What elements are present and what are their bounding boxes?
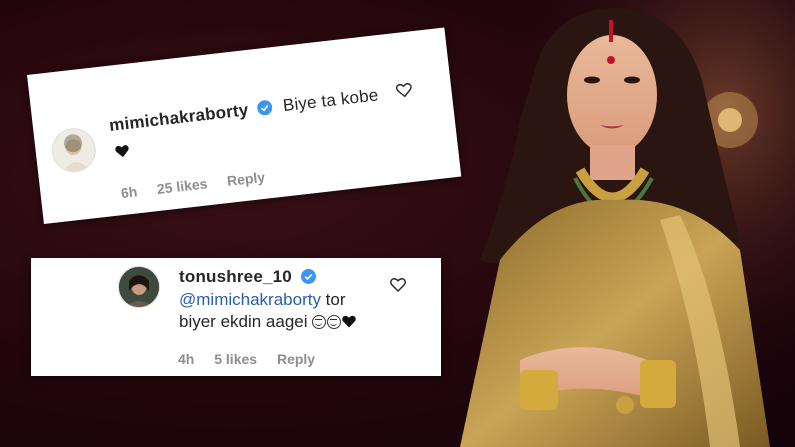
mention-link[interactable]: @mimichakraborty	[179, 290, 321, 309]
heart-outline-icon[interactable]	[390, 277, 406, 293]
tears-of-joy-emoji	[327, 315, 342, 329]
black-heart-emoji	[115, 145, 129, 158]
comment-likes[interactable]: 5 likes	[214, 351, 257, 367]
verified-badge-icon	[257, 100, 273, 116]
avatar[interactable]	[49, 125, 99, 175]
reply-button[interactable]: Reply	[226, 169, 266, 189]
username-text[interactable]: tonushree_10	[179, 267, 292, 286]
comment-card-1: mimichakraborty Biye ta kobe 6h 25 likes…	[27, 27, 462, 225]
comment-username[interactable]: mimichakraborty Biye ta kobe	[108, 84, 380, 137]
woman-in-saree-photo	[440, 0, 795, 447]
comment-time: 6h	[120, 183, 139, 202]
tears-of-joy-emoji	[312, 315, 327, 329]
comment-card-2: tonushree_10 @mimichakraborty tor biyer …	[31, 258, 441, 376]
comment-text-part: tor	[320, 290, 346, 309]
username-text[interactable]: mimichakraborty	[108, 100, 249, 135]
verified-badge-icon	[300, 269, 316, 284]
comment-likes[interactable]: 25 likes	[156, 175, 208, 197]
comment-time: 4h	[178, 351, 195, 367]
heart-outline-icon[interactable]	[395, 82, 413, 100]
black-heart-emoji	[342, 315, 356, 328]
comment-text: @mimichakraborty tor biyer ekdin aagei	[179, 289, 356, 333]
reply-button[interactable]: Reply	[277, 351, 315, 367]
comment-text-line2: biyer ekdin aagei	[179, 312, 308, 331]
comment-text: Biye ta kobe	[281, 85, 380, 116]
comment-username[interactable]: tonushree_10	[179, 267, 316, 287]
avatar[interactable]	[118, 266, 160, 308]
comment-meta: 6h 25 likes Reply	[120, 167, 282, 201]
comment-meta: 4h 5 likes Reply	[178, 351, 331, 367]
